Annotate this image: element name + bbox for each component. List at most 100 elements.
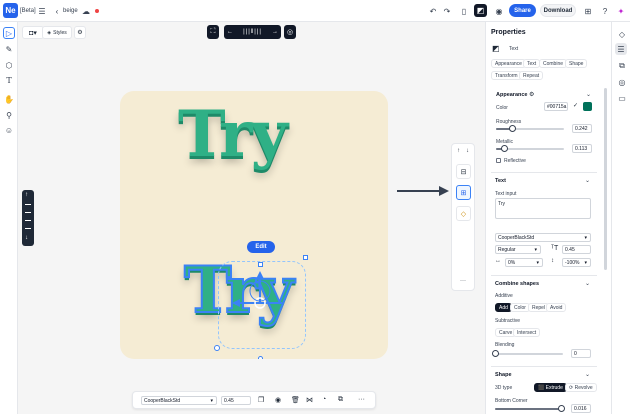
ar-view-icon[interactable]: ◎	[284, 25, 296, 39]
roughness-slider[interactable]	[496, 125, 564, 132]
share-button[interactable]: Share	[509, 4, 536, 17]
chevron-down-icon[interactable]: ⌄	[585, 280, 590, 287]
pen-tool-icon[interactable]: ✎	[3, 43, 15, 55]
reflective-checkbox[interactable]	[496, 158, 501, 163]
tab-text[interactable]: Text	[523, 59, 541, 68]
more-options-icon[interactable]: ···	[358, 396, 365, 403]
color-mode-button[interactable]: Color	[510, 303, 530, 312]
shapes-tool-icon[interactable]: ⬡	[3, 59, 15, 71]
select-tool-icon[interactable]: ▷	[3, 27, 15, 39]
metallic-input[interactable]: 0.113	[572, 144, 592, 153]
roughness-slider-thumb[interactable]	[509, 125, 517, 132]
appearance-settings-icon[interactable]: ⚙	[529, 91, 534, 98]
tab-repeat[interactable]: Repeat	[519, 71, 544, 80]
font-size-input[interactable]: 0.45	[562, 245, 591, 254]
delete-icon[interactable]: 🗑	[291, 396, 300, 404]
headline-text-3d[interactable]: Try	[178, 103, 288, 167]
chevron-down-icon[interactable]: ⌄	[585, 371, 590, 378]
more-icon[interactable]: ···	[460, 278, 466, 284]
zoom-in-icon[interactable]: ↑	[25, 192, 28, 198]
roughness-input[interactable]: 0.242	[572, 124, 592, 133]
transform-gizmo[interactable]	[230, 263, 290, 313]
resize-handle-top[interactable]	[258, 262, 263, 267]
app-logo[interactable]: Ne	[3, 3, 18, 18]
resize-handle-bottom[interactable]	[258, 356, 263, 359]
next-frame-icon[interactable]: →	[272, 29, 278, 35]
resize-handle-corner[interactable]	[303, 255, 308, 260]
mirror-icon[interactable]: ⋈	[306, 396, 313, 404]
chevron-down-icon[interactable]: ⌄	[586, 91, 591, 98]
rotate-handle[interactable]	[214, 345, 220, 351]
move-up-icon[interactable]: ↑	[457, 148, 460, 154]
edit-button[interactable]: Edit	[247, 241, 275, 253]
move-down-icon[interactable]: ↓	[466, 148, 469, 154]
zoom-tool-icon[interactable]: ⚲	[3, 109, 15, 121]
intersect-mode-button[interactable]: Intersect	[513, 328, 541, 337]
text-input-area[interactable]: Try	[495, 198, 591, 219]
color-swatch[interactable]	[583, 102, 592, 111]
chevron-down-icon[interactable]: ⌄	[585, 177, 590, 184]
blending-slider[interactable]	[492, 350, 563, 357]
bottom-corner-input[interactable]: 0.016	[571, 404, 591, 413]
cube-icon[interactable]: ◇	[456, 206, 471, 221]
align-icon[interactable]: ⊟	[456, 164, 471, 179]
color-hex-input[interactable]: #00715a	[544, 102, 568, 111]
comments-icon[interactable]: ▭	[616, 92, 628, 104]
visibility-icon[interactable]: ◉	[275, 396, 281, 404]
eyedropper-icon[interactable]: ✓	[573, 102, 578, 109]
font-weight-select[interactable]: Regular ▾	[495, 245, 541, 254]
properties-scrollbar[interactable]	[604, 88, 607, 270]
styles-button[interactable]: ◈ Styles	[42, 26, 72, 39]
boolean-icon[interactable]: ⊞	[456, 185, 471, 200]
extrude-button[interactable]: ⬛ Extrude	[534, 383, 567, 392]
font-select[interactable]: CooperBlackStd ▾	[141, 396, 217, 405]
layers-icon[interactable]: ◇	[616, 28, 628, 40]
tab-transform[interactable]: Transform	[491, 71, 522, 80]
prev-frame-icon[interactable]: ←	[227, 29, 233, 35]
download-button[interactable]: Download	[540, 4, 576, 17]
render-mode-icon[interactable]: ◩	[474, 4, 487, 17]
blending-input[interactable]: 0	[571, 349, 591, 358]
tracking-input[interactable]: 0% ▾	[505, 258, 543, 267]
settings-icon[interactable]: ⚙	[74, 26, 86, 39]
menu-icon[interactable]: ☰	[36, 5, 48, 17]
help-icon[interactable]: ?	[599, 5, 611, 17]
timeline-scrubber[interactable]: ← |||‖||| →	[224, 25, 281, 39]
back-icon[interactable]: ‹	[51, 5, 63, 17]
revolve-button[interactable]: ⟳ Revolve	[565, 383, 597, 392]
leading-input[interactable]: -100% ▾	[562, 258, 591, 267]
artboard[interactable]: Try Try Edit	[120, 91, 388, 359]
avoid-mode-button[interactable]: Avoid	[546, 303, 567, 312]
zoom-tick	[25, 204, 31, 205]
blending-slider-thumb[interactable]	[492, 350, 499, 357]
zoom-out-icon[interactable]: ↓	[25, 235, 28, 241]
bottom-corner-slider[interactable]	[495, 405, 565, 412]
zoom-control[interactable]: ↑ ↓	[22, 190, 34, 246]
material-icon[interactable]: ◔	[322, 396, 326, 403]
undo-icon[interactable]: ↶	[427, 5, 439, 17]
preview-icon[interactable]: ◉	[493, 5, 505, 17]
assets-icon[interactable]: ⧉	[616, 60, 628, 72]
ai-sparkle-icon[interactable]: ✦	[615, 5, 627, 17]
tab-shape[interactable]: Shape	[565, 59, 588, 68]
duplicate-icon[interactable]: ❐	[258, 396, 264, 404]
comment-tool-icon[interactable]: ☺	[3, 124, 15, 136]
size-input[interactable]: 0.45	[221, 396, 251, 405]
animation-icon[interactable]: ◎	[616, 76, 628, 88]
metallic-slider[interactable]	[496, 145, 564, 152]
text-font-select[interactable]: CooperBlackStd ▾	[495, 233, 591, 242]
properties-icon[interactable]: ☰	[615, 43, 627, 55]
camera-icon[interactable]: ◘▾	[22, 26, 44, 39]
redo-icon[interactable]: ↷	[441, 5, 453, 17]
file-name[interactable]: beige	[63, 8, 78, 14]
bottom-corner-slider-thumb[interactable]	[558, 405, 565, 412]
hand-tool-icon[interactable]: ✋	[3, 93, 15, 105]
metallic-slider-thumb[interactable]	[500, 145, 508, 152]
text-tool-icon[interactable]: T	[3, 74, 15, 86]
grid-icon[interactable]: ⊞	[582, 5, 594, 17]
fit-view-icon[interactable]: ⛶	[207, 25, 219, 39]
group-icon[interactable]: ⧉	[338, 396, 343, 404]
device-icon[interactable]: ▯	[458, 5, 470, 17]
tab-combine[interactable]: Combine	[539, 59, 568, 68]
tab-appearance[interactable]: Appearance	[491, 59, 526, 68]
